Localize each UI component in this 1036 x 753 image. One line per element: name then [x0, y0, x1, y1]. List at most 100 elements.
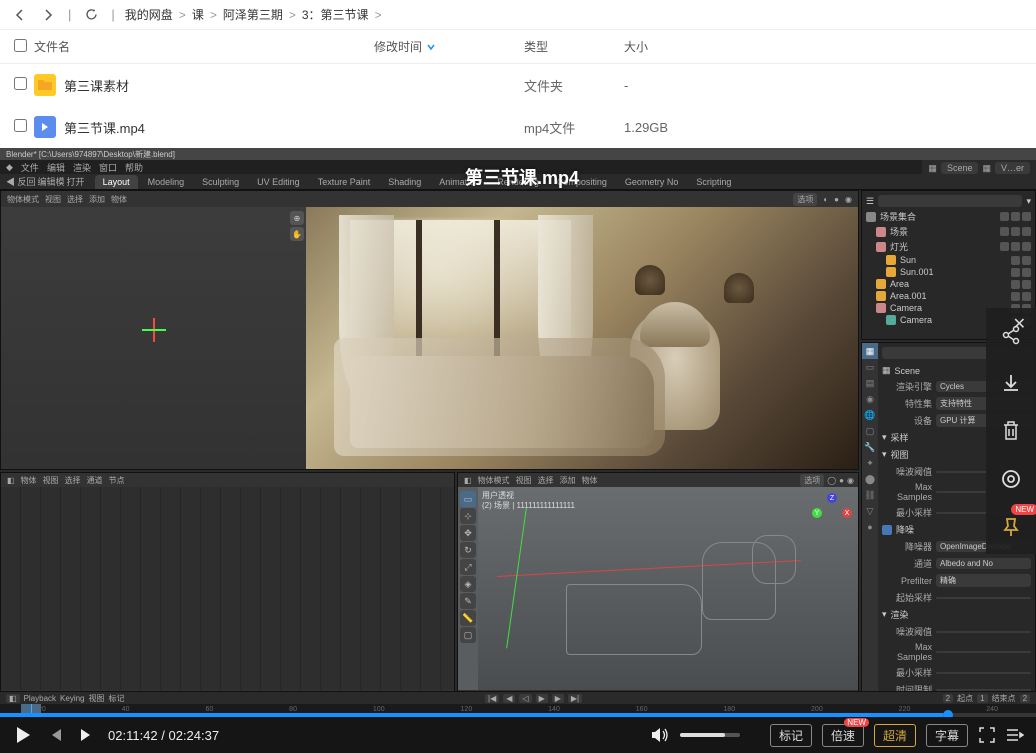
empty-3d-viewport[interactable]: 物体模式 视图 选择 添加 物体 ⊕ ✋ — [1, 191, 306, 469]
tab-modeling[interactable]: Modeling — [140, 175, 193, 189]
mode-dropdown[interactable]: 物体模式 — [7, 194, 39, 205]
file-row[interactable]: 第三课素材 文件夹 - — [0, 64, 1036, 106]
property-value[interactable]: 精确 — [936, 574, 1031, 587]
property-value[interactable] — [936, 651, 1031, 653]
start-field[interactable]: 1 — [977, 694, 987, 703]
open-button[interactable]: 打开 — [67, 175, 85, 188]
modifier-tab-icon[interactable]: 🔧 — [862, 439, 878, 455]
add-tool-icon[interactable]: ▢ — [460, 627, 476, 643]
speed-button[interactable]: 倍速NEW — [822, 724, 864, 747]
playback-dropdown[interactable]: ◧ — [6, 694, 20, 703]
jump-end-icon[interactable]: ▶| — [568, 694, 582, 703]
shading-icon[interactable]: ◉ — [845, 195, 852, 204]
jump-start-icon[interactable]: |◀ — [485, 694, 499, 703]
graph-editor[interactable]: ◧ 物体 视图 选择 通道 节点 同步 拖拽(▼)(帧帧) 标记 — [0, 472, 455, 705]
wireframe-viewport[interactable]: ◧ 物体模式 视图 选择 添加 物体 选项 ◯ ● ◉ ▭ — [457, 472, 859, 705]
breadcrumb-item[interactable]: 课 — [192, 6, 204, 23]
scene-field[interactable]: Scene — [941, 162, 979, 174]
filter-icon[interactable]: ▾ — [1026, 196, 1031, 207]
select-tool-icon[interactable]: ▭ — [460, 491, 476, 507]
shading-solid-icon[interactable]: ● — [839, 476, 844, 485]
world-tab-icon[interactable]: 🌐 — [862, 407, 878, 423]
breadcrumb-item[interactable]: 阿泽第三期 — [223, 6, 283, 23]
tab-layout[interactable]: Layout — [95, 175, 138, 189]
scale-tool-icon[interactable]: ⤢ — [460, 559, 476, 575]
row-checkbox[interactable] — [14, 77, 27, 90]
options-dropdown[interactable]: 选项 — [793, 193, 817, 206]
volume-slider[interactable] — [680, 733, 740, 737]
prev-button[interactable] — [44, 724, 66, 746]
shading-mat-icon[interactable]: ◉ — [847, 476, 854, 485]
quality-button[interactable]: 超清 — [874, 724, 916, 747]
rotate-tool-icon[interactable]: ↻ — [460, 542, 476, 558]
subtitle-button[interactable]: 字幕 — [926, 724, 968, 747]
outliner-search[interactable] — [878, 195, 1022, 207]
shading-wire-icon[interactable]: ◯ — [827, 476, 836, 485]
view-menu[interactable]: 视图 — [45, 194, 61, 205]
pin-icon[interactable]: NEW — [998, 514, 1024, 540]
add-menu[interactable]: 添加 — [89, 194, 105, 205]
back-button[interactable]: ◀ 反回 — [6, 175, 36, 188]
outliner-item[interactable]: Sun — [866, 254, 1031, 266]
property-value[interactable]: Albedo and No — [936, 558, 1031, 569]
scene-tab-icon[interactable]: ◉ — [862, 391, 878, 407]
nav-back-button[interactable] — [10, 5, 30, 25]
outliner-item[interactable]: 场景集合 — [866, 209, 1031, 224]
outliner-item[interactable]: Sun.001 — [866, 266, 1031, 278]
menu-render[interactable]: 渲染 — [73, 161, 91, 174]
graph-grid[interactable] — [1, 487, 454, 690]
data-tab-icon[interactable]: ▽ — [862, 503, 878, 519]
playlist-icon[interactable] — [1006, 726, 1024, 744]
nav-refresh-button[interactable] — [81, 5, 101, 25]
nav-forward-button[interactable] — [38, 5, 58, 25]
property-value[interactable] — [936, 672, 1031, 674]
header-date[interactable]: 修改时间 — [374, 38, 524, 55]
end-field[interactable]: 2 — [1020, 694, 1030, 703]
shading-icon[interactable]: ◐ — [823, 195, 828, 204]
editor-type-icon[interactable]: ◧ — [464, 476, 472, 485]
next-button[interactable] — [76, 724, 98, 746]
next-key-icon[interactable]: ▶ — [552, 694, 564, 703]
output-tab-icon[interactable]: ▭ — [862, 359, 878, 375]
wireframe-canvas[interactable]: 用户透视 (2) 场景 | 111111111111111 X Y Z — [478, 487, 858, 690]
tab-sculpting[interactable]: Sculpting — [194, 175, 247, 189]
viewlayer-tab-icon[interactable]: ▤ — [862, 375, 878, 391]
close-icon[interactable]: ✕ — [1013, 314, 1026, 334]
play-button[interactable] — [12, 724, 34, 746]
header-name[interactable]: 文件名 — [34, 38, 374, 55]
play-icon[interactable]: ▶ — [536, 694, 548, 703]
tab-shading[interactable]: Shading — [380, 175, 429, 189]
outliner-item[interactable]: Area.001 — [866, 290, 1031, 302]
select-menu[interactable]: 选择 — [67, 194, 83, 205]
object-menu[interactable]: 物体 — [111, 194, 127, 205]
menu-edit[interactable]: 编辑 — [47, 161, 65, 174]
move-tool-icon[interactable]: ✥ — [460, 525, 476, 541]
edit-toggle[interactable]: 编辑模 — [38, 175, 65, 188]
shading-icon[interactable]: ● — [834, 195, 839, 204]
outliner-item[interactable]: 灯光 — [866, 239, 1031, 254]
section-render[interactable]: ▾ 渲染 — [882, 606, 1031, 623]
breadcrumb-item[interactable]: 我的网盘 — [125, 6, 173, 23]
annotate-tool-icon[interactable]: ✎ — [460, 593, 476, 609]
physics-tab-icon[interactable]: ⬤ — [862, 471, 878, 487]
fullscreen-icon[interactable] — [978, 726, 996, 744]
prev-key-icon[interactable]: ◀ — [503, 694, 515, 703]
mode-dropdown[interactable]: 物体 — [21, 475, 37, 486]
checkbox-icon[interactable] — [882, 525, 892, 535]
header-type[interactable]: 类型 — [524, 38, 624, 55]
menu-help[interactable]: 帮助 — [125, 161, 143, 174]
render-tab-icon[interactable]: ▦ — [862, 343, 878, 359]
cursor-tool-icon[interactable]: ⊹ — [460, 508, 476, 524]
download-icon[interactable] — [998, 370, 1024, 396]
outliner-item[interactable]: Area — [866, 278, 1031, 290]
render-preview-viewport[interactable]: 选项 ◐ ● ◉ — [306, 191, 858, 469]
select-all-checkbox[interactable] — [14, 39, 27, 52]
tab-texture[interactable]: Texture Paint — [310, 175, 379, 189]
file-row[interactable]: 第三节课.mp4 mp4文件 1.29GB — [0, 106, 1036, 148]
menu-file[interactable]: 文件 — [21, 161, 39, 174]
transform-tool-icon[interactable]: ◈ — [460, 576, 476, 592]
zoom-icon[interactable]: ⊕ — [290, 211, 304, 225]
frame-field[interactable]: 2 — [943, 694, 953, 703]
particle-tab-icon[interactable]: ✦ — [862, 455, 878, 471]
property-value[interactable] — [936, 631, 1031, 633]
